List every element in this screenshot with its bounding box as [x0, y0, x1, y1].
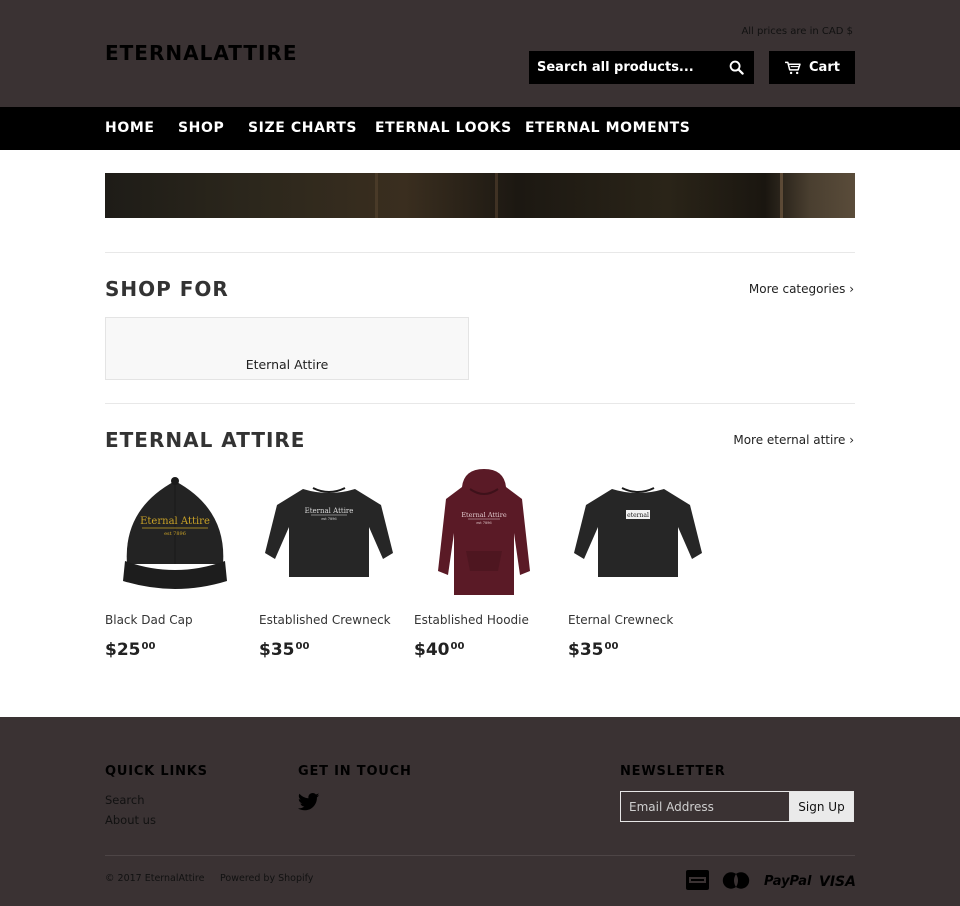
- search-icon: [729, 60, 744, 75]
- product-name[interactable]: Established Hoodie: [414, 613, 529, 627]
- svg-text:est 7896: est 7896: [164, 531, 186, 537]
- svg-text:est 7896: est 7896: [476, 521, 491, 525]
- product-price: $2500: [105, 640, 156, 660]
- svg-text:eternal: eternal: [627, 512, 649, 519]
- section-divider: [105, 403, 855, 404]
- more-eternal-attire-link[interactable]: More eternal attire ›: [733, 433, 854, 447]
- section-divider: [105, 252, 855, 253]
- nav-item-home[interactable]: HOME: [105, 120, 155, 136]
- newsletter-signup-button[interactable]: Sign Up: [789, 791, 854, 822]
- nav-item-size-charts[interactable]: SIZE CHARTS: [248, 120, 357, 136]
- master-icon: [722, 872, 750, 893]
- paypal-icon: PayPal: [764, 874, 812, 889]
- currency-note: All prices are in CAD $: [741, 26, 853, 37]
- svg-text:Eternal Attire: Eternal Attire: [305, 507, 354, 515]
- get-in-touch-heading: GET IN TOUCH: [298, 764, 412, 779]
- site-header: ETERNALATTIRE All prices are in CAD $ Ca…: [0, 0, 960, 107]
- product-image-black-crewneck-box-logo[interactable]: eternal: [568, 465, 708, 601]
- product-card[interactable]: Eternal Attire est 7896 Black Dad Cap $2…: [105, 465, 245, 660]
- footer-divider: [105, 855, 855, 856]
- product-card[interactable]: Eternal Attire est 7896 Established Crew…: [259, 465, 399, 660]
- nav-item-eternal-looks[interactable]: ETERNAL LOOKS: [375, 120, 512, 136]
- search-form: [529, 51, 754, 84]
- site-footer: QUICK LINKS Search About us GET IN TOUCH…: [0, 717, 960, 906]
- cart-icon: [785, 61, 801, 74]
- product-price: $3500: [259, 640, 310, 660]
- visa-icon: VISA: [819, 874, 856, 890]
- product-name[interactable]: Established Crewneck: [259, 613, 391, 627]
- powered-by-shopify-link[interactable]: Powered by Shopify: [220, 873, 313, 884]
- search-input[interactable]: [529, 51, 719, 84]
- newsletter-email-input[interactable]: [620, 791, 789, 822]
- svg-text:Eternal Attire: Eternal Attire: [140, 516, 210, 527]
- copyright-text: © 2017 EternalAttire: [105, 873, 205, 884]
- product-image-black-cap[interactable]: Eternal Attire est 7896: [105, 465, 245, 601]
- svg-text:est 7896: est 7896: [321, 517, 336, 521]
- hero-banner-image[interactable]: [105, 173, 855, 218]
- site-logo[interactable]: ETERNALATTIRE: [105, 41, 298, 65]
- product-image-maroon-hoodie[interactable]: Eternal Attire est 7896: [414, 465, 554, 601]
- more-categories-link[interactable]: More categories ›: [749, 282, 854, 296]
- footer-link-about-us[interactable]: About us: [105, 813, 156, 827]
- search-button[interactable]: [718, 51, 754, 84]
- collection-card-label: Eternal Attire: [245, 357, 329, 372]
- twitter-icon[interactable]: [297, 793, 320, 815]
- cart-button[interactable]: Cart: [769, 51, 855, 84]
- american-express-icon: [686, 869, 709, 895]
- main-nav: HOME SHOP SIZE CHARTS ETERNAL LOOKS ETER…: [0, 107, 960, 150]
- product-card[interactable]: Eternal Attire est 7896 Established Hood…: [414, 465, 554, 660]
- newsletter-heading: NEWSLETTER: [620, 764, 726, 779]
- product-name[interactable]: Eternal Crewneck: [568, 613, 673, 627]
- product-card[interactable]: eternal Eternal Crewneck $3500: [568, 465, 708, 660]
- product-image-black-crewneck[interactable]: Eternal Attire est 7896: [259, 465, 399, 601]
- quick-links-heading: QUICK LINKS: [105, 764, 208, 779]
- cart-label: Cart: [809, 60, 840, 75]
- shop-for-heading: SHOP FOR: [105, 277, 229, 301]
- featured-collection-heading: ETERNAL ATTIRE: [105, 428, 306, 452]
- collection-card-eternal-attire[interactable]: Eternal Attire: [105, 317, 469, 380]
- product-price: $4000: [414, 640, 465, 660]
- nav-item-shop[interactable]: SHOP: [178, 120, 224, 136]
- product-price: $3500: [568, 640, 619, 660]
- footer-link-search[interactable]: Search: [105, 793, 145, 807]
- svg-text:Eternal Attire: Eternal Attire: [461, 511, 507, 519]
- product-name[interactable]: Black Dad Cap: [105, 613, 193, 627]
- nav-item-eternal-moments[interactable]: ETERNAL MOMENTS: [525, 120, 690, 136]
